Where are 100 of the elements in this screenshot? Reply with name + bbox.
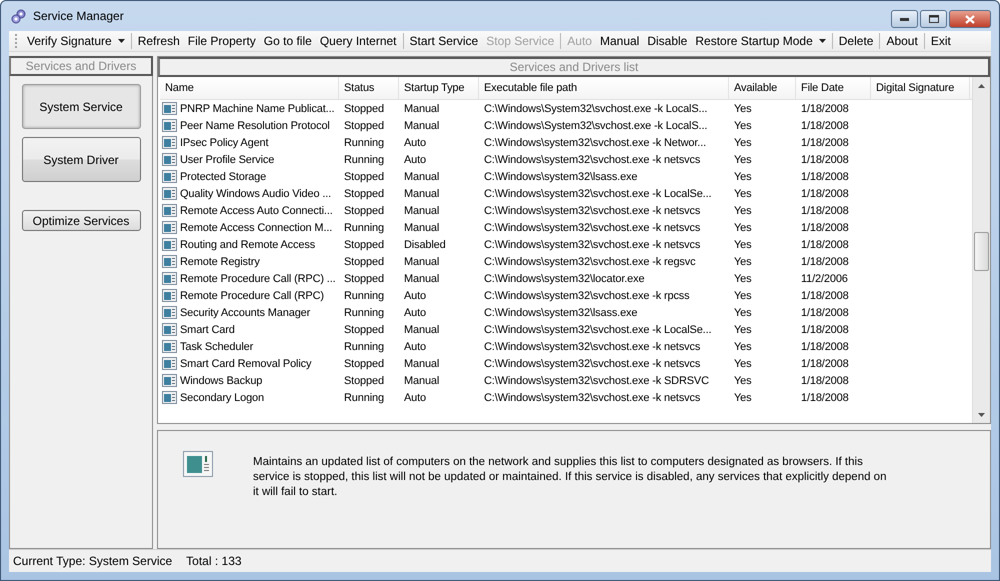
table-cell-text: Stopped (343, 238, 385, 250)
toolbar-button[interactable]: Query Internet (316, 31, 401, 51)
table-row[interactable]: Peer Name Resolution Protocol Stopped Manual C:\Windows\System32\svchost.exe -k LocalS... Yes 1/18/2008 (160, 117, 972, 134)
scroll-down-icon (978, 413, 985, 417)
toolbar-button[interactable]: Go to file (260, 31, 316, 51)
table-cell: Secondary Logon (180, 392, 264, 404)
table-cell-text: Manual (403, 324, 440, 336)
column-header[interactable]: Startup Type (399, 77, 479, 99)
table-cell-text: 1/18/2008 (800, 358, 850, 370)
table-row[interactable]: Remote Procedure Call (RPC) ... Stopped Manual C:\Windows\system32\locator.exe Yes 11/2/2006 (160, 270, 972, 287)
scrollbar[interactable] (972, 77, 990, 423)
table-cell-text: Disabled (403, 238, 447, 250)
table-row[interactable]: Quality Windows Audio Video ... Stopped Manual C:\Windows\system32\svchost.exe -k LocalSe... Yes 1/18/2008 (160, 185, 972, 202)
table-cell-text: Stopped (343, 374, 385, 386)
table-row[interactable]: Remote Procedure Call (RPC) Running Auto C:\Windows\system32\svchost.exe -k rpcss Yes 1/18/2008 (160, 287, 972, 304)
table-cell-text: Yes (733, 238, 752, 250)
minimize-button[interactable] (891, 10, 918, 28)
toolbar-button[interactable]: About (882, 31, 922, 51)
status-text: Current Type: System Service (13, 554, 172, 568)
table-cell-text: Stopped (343, 120, 385, 132)
service-icon (162, 374, 177, 387)
table-cell-text: C:\Windows\system32\svchost.exe -k SDRSVC (483, 374, 710, 386)
table-cell-text: Yes (733, 222, 752, 234)
toolbar-button[interactable]: Disable (643, 31, 692, 51)
column-header[interactable]: Digital Signature (871, 77, 970, 99)
service-icon (162, 272, 177, 285)
table-cell-text: 1/18/2008 (800, 256, 850, 268)
table-cell-text: 1/18/2008 (800, 290, 850, 302)
column-header[interactable]: File Date (796, 77, 871, 99)
table-cell-text: C:\Windows\system32\lsass.exe (483, 306, 638, 318)
caret-icon (818, 39, 826, 43)
toolbar-button[interactable]: Delete (834, 31, 878, 51)
table-cell-text: 1/18/2008 (800, 392, 850, 404)
table-row[interactable]: Smart Card Removal Policy Stopped Manual C:\Windows\system32\svchost.exe -k netsvcs Yes 1/18/2008 (160, 355, 972, 372)
table-cell-text: Manual (403, 204, 440, 216)
table-cell-text: Yes (733, 188, 752, 200)
toolbar-button[interactable]: File Property (184, 31, 260, 51)
toolbar-button[interactable]: Exit (926, 31, 955, 51)
table-row[interactable]: PNRP Machine Name Publicat... Stopped Manual C:\Windows\System32\svchost.exe -k LocalS... Yes 1/18/2008 (160, 100, 972, 117)
table-cell-text: Auto (403, 306, 428, 318)
table-cell: Remote Procedure Call (RPC) (180, 290, 324, 302)
table-row[interactable]: Protected Storage Stopped Manual C:\Windows\system32\lsass.exe Yes 1/18/2008 (160, 168, 972, 185)
scrollbar-thumb[interactable] (974, 232, 989, 271)
table-cell-text: Yes (733, 374, 752, 386)
service-icon (162, 204, 177, 217)
type-button[interactable]: System Service (22, 84, 140, 129)
table-cell-text: Manual (403, 120, 440, 132)
table-cell-text: 1/18/2008 (800, 306, 850, 318)
table-cell: Routing and Remote Access (180, 238, 316, 250)
table-cell-text: Stopped (343, 358, 385, 370)
table-row[interactable]: Smart Card Stopped Manual C:\Windows\system32\svchost.exe -k LocalSe... Yes 1/18/2008 (160, 321, 972, 338)
table-cell-text: 1/18/2008 (800, 120, 850, 132)
service-icon (162, 221, 177, 234)
column-header[interactable]: Available (729, 77, 796, 99)
table-row[interactable]: Secondary Logon Running Auto C:\Windows\system32\svchost.exe -k netsvcs Yes 1/18/2008 (160, 389, 972, 406)
caret-icon (118, 39, 125, 43)
table-row[interactable]: Remote Access Connection M... Running Manual C:\Windows\system32\svchost.exe -k netsvcs Yes 1/18/2008 (160, 219, 972, 236)
table-cell-text: Running (343, 154, 385, 166)
table-cell-text: Yes (733, 120, 752, 132)
toolbar-dropdown[interactable]: Restore Startup Mode (691, 31, 830, 51)
table-cell-text: Yes (733, 392, 752, 404)
table-cell-text: Auto (403, 136, 428, 148)
type-button[interactable]: System Driver (22, 137, 140, 182)
toolbar-button[interactable]: Start Service (406, 31, 482, 51)
service-icon (162, 170, 177, 183)
toolbar-button[interactable]: Manual (596, 31, 644, 51)
table-row[interactable]: Remote Registry Stopped Manual C:\Windows\system32\svchost.exe -k regsvc Yes 1/18/2008 (160, 253, 972, 270)
toolbar-dropdown[interactable]: Verify Signature (23, 31, 129, 51)
column-header[interactable]: Status (339, 77, 399, 99)
table-cell-text: Running (343, 222, 385, 234)
table-cell: Task Scheduler (180, 340, 254, 352)
table-row[interactable]: User Profile Service Running Auto C:\Windows\system32\svchost.exe -k netsvcs Yes 1/18/2008 (160, 151, 972, 168)
table-cell-text: Stopped (343, 324, 385, 336)
table-cell-text: C:\Windows\System32\svchost.exe -k LocalS... (483, 120, 708, 132)
table-row[interactable]: IPsec Policy Agent Running Auto C:\Windows\system32\svchost.exe -k Networ... Yes 1/18/2008 (160, 134, 972, 151)
column-header[interactable]: Name (160, 77, 339, 99)
table-row[interactable]: Routing and Remote Access Stopped Disabled C:\Windows\system32\svchost.exe -k netsvcs Yes 1/18/2008 (160, 236, 972, 253)
table-cell: Peer Name Resolution Protocol (180, 120, 330, 132)
table-row[interactable]: Task Scheduler Running Auto C:\Windows\system32\svchost.exe -k netsvcs Yes 1/18/2008 (160, 338, 972, 355)
close-icon (965, 14, 975, 24)
toolbar-button[interactable]: Refresh (134, 31, 184, 51)
close-button[interactable] (949, 10, 991, 28)
column-header[interactable]: Executable file path (479, 77, 729, 99)
table-row[interactable]: Windows Backup Stopped Manual C:\Windows\system32\svchost.exe -k SDRSVC Yes 1/18/2008 (160, 372, 972, 389)
table-cell-text: C:\Windows\system32\svchost.exe -k netsvcs (483, 392, 702, 404)
table-row[interactable]: Remote Access Auto Connecti... Stopped Manual C:\Windows\system32\svchost.exe -k netsvcs Yes 1/18/2008 (160, 202, 972, 219)
table-cell-text: Yes (733, 272, 752, 284)
table-cell-text: Yes (733, 154, 752, 166)
table-cell-text: 1/18/2008 (800, 188, 850, 200)
optimize-button[interactable]: Optimize Services (22, 210, 140, 231)
service-icon (162, 187, 177, 200)
table-cell-text: C:\Windows\system32\svchost.exe -k rpcss (483, 290, 691, 302)
service-icon (162, 102, 177, 115)
table-cell: Remote Access Connection M... (180, 222, 332, 234)
table-cell-text: 1/18/2008 (800, 102, 850, 114)
table-cell-text: Yes (733, 256, 752, 268)
maximize-button[interactable] (920, 10, 947, 28)
table-row[interactable]: Security Accounts Manager Running Auto C:\Windows\system32\lsass.exe Yes 1/18/2008 (160, 304, 972, 321)
table-cell-text: 1/18/2008 (800, 374, 850, 386)
table-cell-text: 11/2/2006 (800, 272, 849, 284)
